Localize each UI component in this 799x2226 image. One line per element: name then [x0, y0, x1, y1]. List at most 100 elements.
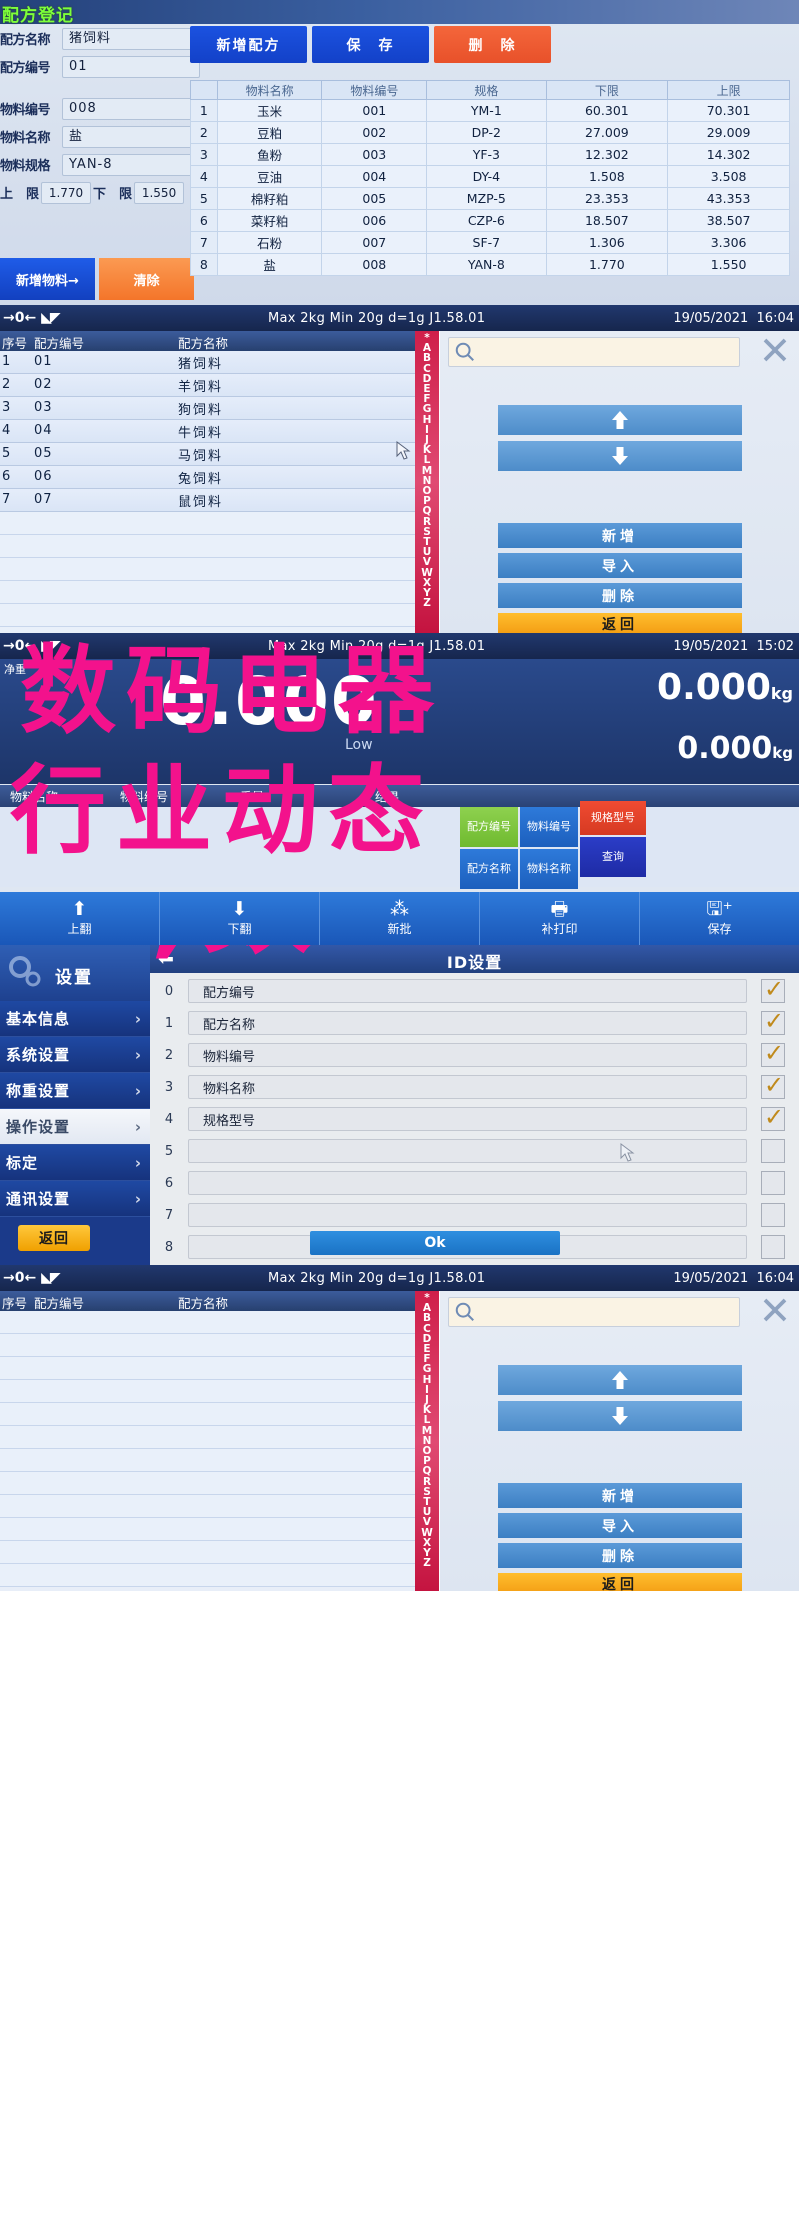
table-row[interactable]: 6 菜籽粕 006 CZP-6 18.507 38.507	[190, 209, 790, 232]
row-field-input[interactable]: 物料名称	[188, 1075, 747, 1099]
settings-back-button[interactable]: 返回	[18, 1225, 90, 1251]
table-row[interactable]: 1 玉米 001 YM-1 60.301 70.301	[190, 99, 790, 122]
row-checkbox[interactable]	[761, 1139, 785, 1163]
close-icon[interactable]	[759, 335, 791, 365]
row-checkbox[interactable]	[761, 1039, 785, 1067]
list-item-empty[interactable]	[0, 1495, 438, 1518]
list-item[interactable]: 2 02 羊饲料	[0, 374, 438, 397]
import-button-2[interactable]: 导入	[498, 1513, 742, 1538]
input-recipe-code[interactable]: 01	[62, 55, 200, 78]
alpha-letter-Z[interactable]: Z	[423, 598, 431, 609]
list-item-empty[interactable]	[0, 604, 438, 627]
tile-query[interactable]: 查询	[580, 837, 646, 877]
back-button[interactable]: 返回	[498, 613, 742, 633]
clear-button[interactable]: 清除	[99, 258, 194, 300]
table-row[interactable]: 7 石粉 007 SF-7 1.306 3.306	[190, 231, 790, 254]
input-material-name[interactable]: 盐	[62, 125, 200, 148]
page-up-button[interactable]: ⬆ 上翻	[0, 892, 160, 945]
row-checkbox[interactable]	[761, 1203, 785, 1227]
row-field-input[interactable]: 配方编号	[188, 979, 747, 1003]
search-input-2[interactable]	[448, 1297, 740, 1327]
list-item[interactable]: 5 05 马饲料	[0, 443, 438, 466]
ok-button[interactable]: Ok	[310, 1231, 560, 1255]
row-checkbox[interactable]	[761, 1071, 785, 1099]
tile-recipe-name[interactable]: 配方名称	[460, 849, 518, 889]
scroll-up-button[interactable]	[498, 405, 742, 435]
list-item-empty[interactable]	[0, 1357, 438, 1380]
list-item-empty[interactable]	[0, 1541, 438, 1564]
alpha-letter-Z[interactable]: Z	[423, 1558, 431, 1569]
sidebar-item-2[interactable]: 称重设置 ›	[0, 1073, 150, 1109]
row-checkbox[interactable]	[761, 1235, 785, 1259]
row-checkbox[interactable]	[761, 1007, 785, 1035]
list-item-empty[interactable]	[0, 1564, 438, 1587]
new-batch-button[interactable]: ⁂ 新批	[320, 892, 480, 945]
sidebar-item-0[interactable]: 基本信息 ›	[0, 1001, 150, 1037]
table-row[interactable]: 8 盐 008 YAN-8 1.770 1.550	[190, 253, 790, 276]
list-item-empty[interactable]	[0, 1426, 438, 1449]
back-button-2[interactable]: 返回	[498, 1573, 742, 1591]
list-item-empty[interactable]	[0, 1449, 438, 1472]
list-item[interactable]: 3 03 狗饲料	[0, 397, 438, 420]
scroll-down-button[interactable]	[498, 441, 742, 471]
delete-button-2[interactable]: 删除	[498, 1543, 742, 1568]
save-button[interactable]: 保 存	[312, 26, 429, 63]
tile-spec-model[interactable]: 规格型号	[580, 801, 646, 835]
page-down-button[interactable]: ⬇ 下翻	[160, 892, 320, 945]
input-material-spec[interactable]: YAN-8	[62, 153, 200, 176]
table-row[interactable]: 3 鱼粉 003 YF-3 12.302 14.302	[190, 143, 790, 166]
table-row[interactable]: 4 豆油 004 DY-4 1.508 3.508	[190, 165, 790, 188]
row-field-input[interactable]	[188, 1139, 747, 1163]
list-item-empty[interactable]	[0, 1518, 438, 1541]
input-lower-limit[interactable]: 1.550	[134, 181, 185, 204]
row-field-input[interactable]	[188, 1171, 747, 1195]
tile-material-name[interactable]: 物料名称	[520, 849, 578, 889]
alphabet-scroll-bar[interactable]: * A B C D E F G H I J K L M N O P Q R S T U V W X Y Z	[415, 331, 439, 633]
list-item[interactable]: 6 06 兔饲料	[0, 466, 438, 489]
delete-button[interactable]: 删 除	[434, 26, 551, 63]
list-item-empty[interactable]	[0, 1403, 438, 1426]
delete-button[interactable]: 删除	[498, 583, 742, 608]
sidebar-item-4[interactable]: 标定 ›	[0, 1145, 150, 1181]
sidebar-item-5[interactable]: 通讯设置 ›	[0, 1181, 150, 1217]
add-recipe-button[interactable]: 新增配方	[190, 26, 307, 63]
list-item-empty[interactable]	[0, 535, 438, 558]
list-item-empty[interactable]	[0, 512, 438, 535]
import-button[interactable]: 导入	[498, 553, 742, 578]
list-item[interactable]: 7 07 鼠饲料	[0, 489, 438, 512]
tile-material-code[interactable]: 物料编号	[520, 807, 578, 847]
tile-recipe-code[interactable]: 配方编号	[460, 807, 518, 847]
list-item-empty[interactable]	[0, 1472, 438, 1495]
list-item[interactable]: 4 04 牛饲料	[0, 420, 438, 443]
list-item-empty[interactable]	[0, 1311, 438, 1334]
row-checkbox[interactable]	[761, 975, 785, 1003]
list-item-empty[interactable]	[0, 1334, 438, 1357]
row-checkbox[interactable]	[761, 1171, 785, 1195]
list-item[interactable]: 1 01 猪饲料	[0, 351, 438, 374]
sidebar-item-3[interactable]: 操作设置 ›	[0, 1109, 150, 1145]
sidebar-item-1[interactable]: 系统设置 ›	[0, 1037, 150, 1073]
row-field-input[interactable]: 规格型号	[188, 1107, 747, 1131]
add-material-button[interactable]: 新增物料→	[0, 258, 95, 300]
list-item-empty[interactable]	[0, 581, 438, 604]
input-upper-limit[interactable]: 1.770	[41, 181, 92, 204]
table-row[interactable]: 2 豆粕 002 DP-2 27.009 29.009	[190, 121, 790, 144]
list-item-empty[interactable]	[0, 558, 438, 581]
input-material-code[interactable]: 008	[62, 97, 200, 120]
table-row[interactable]: 5 棉籽粕 005 MZP-5 23.353 43.353	[190, 187, 790, 210]
list-item-empty[interactable]	[0, 1380, 438, 1403]
row-field-input[interactable]: 配方名称	[188, 1011, 747, 1035]
scroll-down-button-2[interactable]	[498, 1401, 742, 1431]
row-checkbox[interactable]	[761, 1103, 785, 1131]
scroll-up-button-2[interactable]	[498, 1365, 742, 1395]
row-field-input[interactable]	[188, 1203, 747, 1227]
search-input[interactable]	[448, 337, 740, 367]
close-icon-2[interactable]	[759, 1295, 791, 1325]
save-weigh-button[interactable]: 🖫⁺ 保存	[640, 892, 799, 945]
add-button[interactable]: 新增	[498, 523, 742, 548]
add-button-2[interactable]: 新增	[498, 1483, 742, 1508]
row-field-input[interactable]: 物料编号	[188, 1043, 747, 1067]
reprint-button[interactable]: 🖶 补打印	[480, 892, 640, 945]
alphabet-scroll-bar-2[interactable]: * A B C D E F G H I J K L M N O P Q R S T U V W X Y Z	[415, 1291, 439, 1591]
input-recipe-name[interactable]: 猪饲料	[62, 27, 200, 50]
